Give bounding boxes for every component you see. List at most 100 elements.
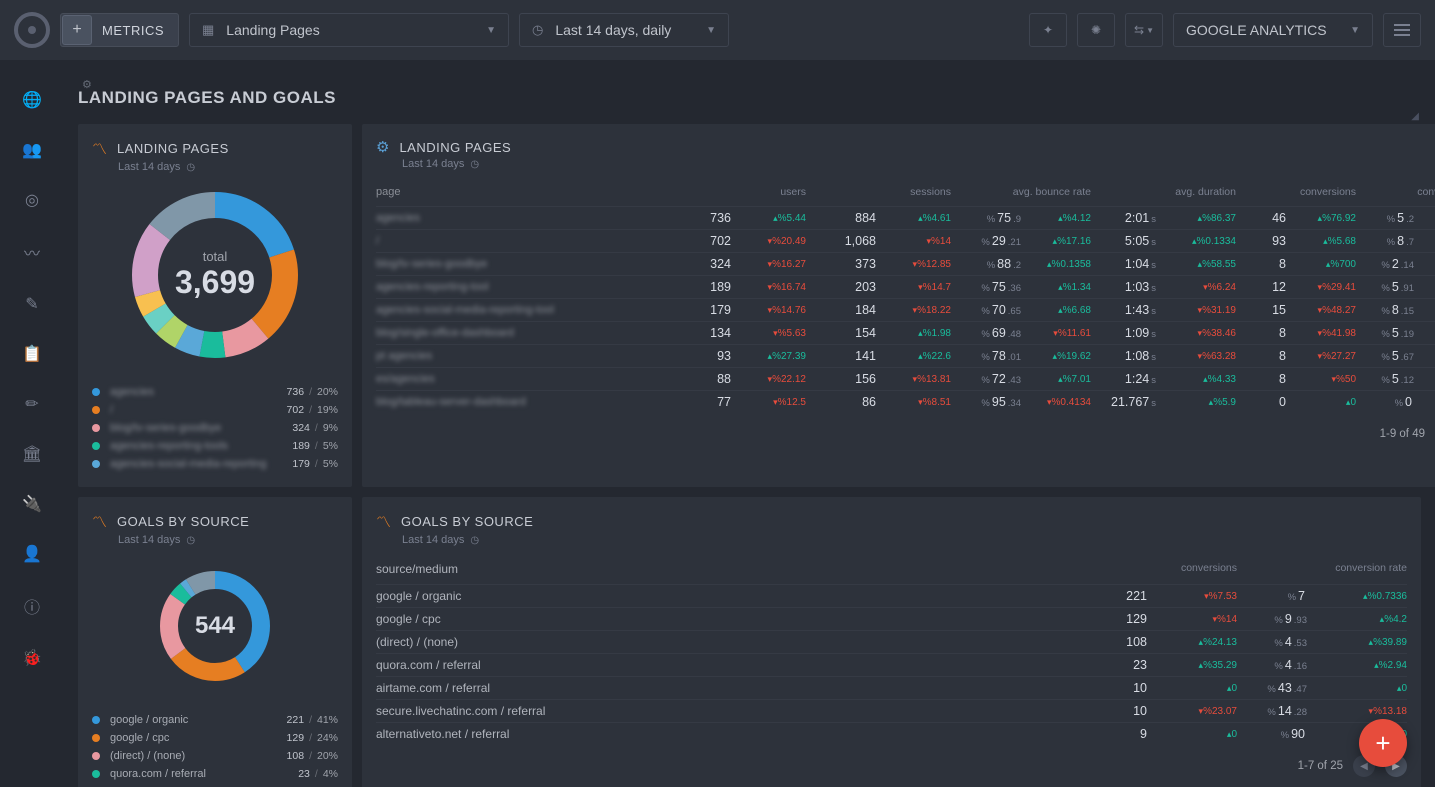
cell-rate-delta: ▾%36.75 [1414,305,1435,316]
grid-icon: ▦ [202,22,214,38]
table-row[interactable]: blog/single-office-dashboard 134 ▾%5.63 … [376,321,1435,344]
page-settings-gear-icon[interactable]: ⚙ [82,78,92,91]
table-row[interactable]: airtame.com / referral 10 ▴0 %43.47 ▴0 [376,676,1407,699]
goals-donut-card: 〽 GOALS BY SOURCE Last 14 days◷ 544 goog… [78,497,352,787]
page-title: LANDING PAGES AND GOALS [78,74,1421,108]
nav-chart-icon[interactable]: 〰 [24,240,40,264]
legend-dot [92,460,100,468]
table-row[interactable]: / 702 ▾%20.49 1,068 ▾%14 %29.21 ▴%17.16 … [376,229,1435,252]
pages-selector[interactable]: ▦ Landing Pages ▼ [189,13,509,47]
cell-rate: %5.91 [1356,280,1414,294]
cell-sessions: 184 [806,303,876,317]
cell-users-delta: ▴%27.39 [731,351,806,362]
table-row[interactable]: alternativeto.net / referral 9 ▴0 %90 ▴0 [376,722,1407,745]
cell-conversions-delta: ▾%41.98 [1286,328,1356,339]
legend-name: google / cpc [110,732,287,744]
cell-page: agencies [376,212,656,224]
donut-center-value: 3,699 [175,264,255,301]
cell-conversions-delta: ▾%50 [1286,374,1356,385]
donut-center-value: 544 [195,612,235,640]
chevron-down-icon: ▼ [1350,25,1360,36]
table-row[interactable]: google / organic 221 ▾%7.53 %7 ▴%0.7336 [376,584,1407,607]
cell-users: 93 [656,349,731,363]
nav-plugin-icon[interactable]: 🔌 [22,494,42,514]
cell-conversions-delta: ▾%29.41 [1286,282,1356,293]
cell-sessions: 86 [806,395,876,409]
fab-add-button[interactable]: + [1359,719,1407,767]
theme-fire-button[interactable]: ✦ [1029,13,1067,47]
time-selector[interactable]: ◷ Last 14 days, daily ▼ [519,13,729,47]
cell-duration: 1:03s [1091,280,1156,294]
legend-name: quora.com / referral [110,768,298,780]
cell-duration: 1:24s [1091,372,1156,386]
cell-page: agencies-reporting-tool [376,281,656,293]
cell-users-delta: ▾%22.12 [731,374,806,385]
nav-target-icon[interactable]: ◎ [25,190,39,210]
cell-sessions-delta: ▾%18.22 [876,305,951,316]
metrics-button[interactable]: + METRICS [60,13,179,47]
table-row[interactable]: (direct) / (none) 108 ▴%24.13 %4.53 ▴%39… [376,630,1407,653]
cell-duration-delta: ▴%0.1334 [1156,236,1236,247]
clock-icon: ◷ [470,535,479,546]
legend-dot [92,424,100,432]
nav-wand-icon[interactable]: ✏ [25,394,38,414]
resize-handle[interactable]: ◢ [1411,111,1419,122]
card-title: GOALS BY SOURCE [401,514,533,529]
cell-duration-delta: ▴%58.55 [1156,259,1236,270]
table-row[interactable]: secure.livechatinc.com / referral 10 ▾%2… [376,699,1407,722]
cell-sessions: 373 [806,257,876,271]
goals-donut-chart: 544 [155,566,275,686]
share-button[interactable]: ⇆▼ [1125,13,1163,47]
nav-clipboard-icon[interactable]: 📋 [22,344,42,364]
legend-values: 179/5% [292,458,338,470]
table-row[interactable]: blog/tableau-server-dashboard 77 ▾%12.5 … [376,390,1435,413]
table-row[interactable]: blog/tv-series-goodbye 324 ▾%16.27 373 ▾… [376,252,1435,275]
cell-conversions: 15 [1236,303,1286,317]
pages-selector-label: Landing Pages [226,22,319,38]
cell-rate: %7 [1237,589,1307,603]
cell-bounce-delta: ▴%6.68 [1021,305,1091,316]
cell-bounce-delta: ▾%0.4134 [1021,397,1091,408]
legend-dot [92,770,100,778]
nav-edit-icon[interactable]: ✎ [25,294,38,314]
nav-user-icon[interactable]: 👤 [22,544,42,564]
account-selector[interactable]: GOOGLE ANALYTICS ▼ [1173,13,1373,47]
cell-conversions-delta: ▾%7.53 [1147,591,1237,602]
hamburger-menu-button[interactable] [1383,13,1421,47]
cell-sessions-delta: ▾%13.81 [876,374,951,385]
cell-rate: %14.28 [1237,704,1307,718]
legend-values: 736/20% [287,386,338,398]
gear-icon: ⚙ [376,138,389,156]
nav-globe-icon[interactable]: 🌐 [22,90,42,110]
cell-page: / [376,235,656,247]
nav-info-icon[interactable]: ⓘ [24,594,40,618]
table-row[interactable]: pt agencies 93 ▴%27.39 141 ▴%22.6 %78.01… [376,344,1435,367]
col-conversions: conversions [1236,186,1356,198]
table-row[interactable]: agencies 736 ▴%5.44 884 ▴%4.61 %75.9 ▴%4… [376,206,1435,229]
cell-duration: 5:05s [1091,234,1156,248]
legend-name: agencies-reporting-tools [110,440,292,452]
cell-sessions: 141 [806,349,876,363]
cell-conversions: 12 [1236,280,1286,294]
cell-users-delta: ▾%16.74 [731,282,806,293]
nav-people-icon[interactable]: 👥 [22,140,42,160]
cell-conversions: 23 [1087,658,1147,672]
table-row[interactable]: agencies-social-media-reporting-tool 179… [376,298,1435,321]
cell-users: 88 [656,372,731,386]
card-title: LANDING PAGES [117,141,229,156]
cell-rate: %5.12 [1356,372,1414,386]
table-row[interactable]: es/agencies 88 ▾%22.12 156 ▾%13.81 %72.4… [376,367,1435,390]
table-row[interactable]: quora.com / referral 23 ▴%35.29 %4.16 ▴%… [376,653,1407,676]
legend-row: (direct) / (none) 108/20% [92,747,338,765]
table-row[interactable]: agencies-reporting-tool 189 ▾%16.74 203 … [376,275,1435,298]
analytics-icon: 〽 [376,511,391,532]
nav-debug-icon[interactable]: 🐞 [22,648,42,668]
cell-sessions-delta: ▾%14.7 [876,282,951,293]
legend-values: 108/20% [287,750,338,762]
chevron-down-icon: ▼ [1146,26,1154,35]
table-row[interactable]: google / cpc 129 ▾%14 %9.93 ▴%4.2 [376,607,1407,630]
nav-bank-icon[interactable]: 🏛 [22,444,42,464]
pager: 1-7 of 25 ◀ ▶ [376,745,1407,777]
cell-page: blog/single-office-dashboard [376,327,656,339]
theme-bug-button[interactable]: ✺ [1077,13,1115,47]
